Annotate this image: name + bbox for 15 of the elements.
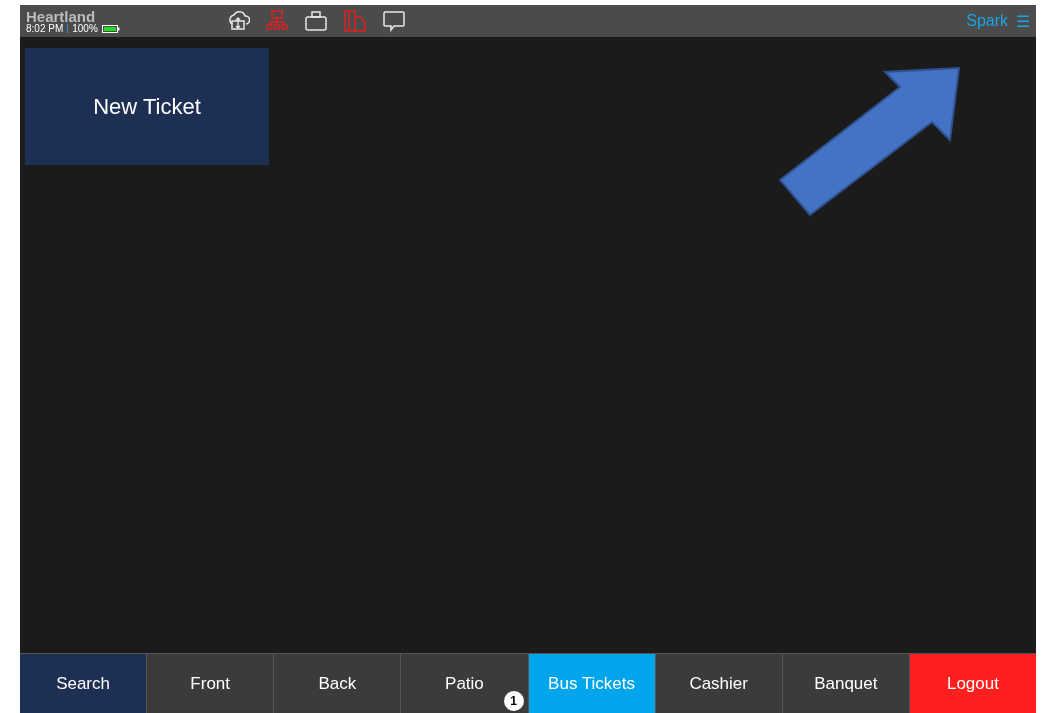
new-ticket-button[interactable]: New Ticket [25,48,269,165]
tab[interactable]: Logout [909,654,1036,713]
tab[interactable]: Cashier [655,654,782,713]
count-badge: 1 [503,691,524,711]
message-icon[interactable] [382,9,406,33]
tab[interactable]: Patio 1 [401,654,528,713]
tab[interactable]: Banquet [782,654,909,713]
clock-time: 8:02 PM [26,23,64,34]
tab[interactable]: Back [274,654,401,713]
brand-name: Heartland [26,8,96,24]
tab[interactable]: Search [20,654,147,713]
battery-percent: 100% [72,23,98,34]
cloud-sync-icon[interactable] [226,9,250,33]
tab[interactable]: Front [147,654,274,713]
battery-icon [101,24,120,33]
